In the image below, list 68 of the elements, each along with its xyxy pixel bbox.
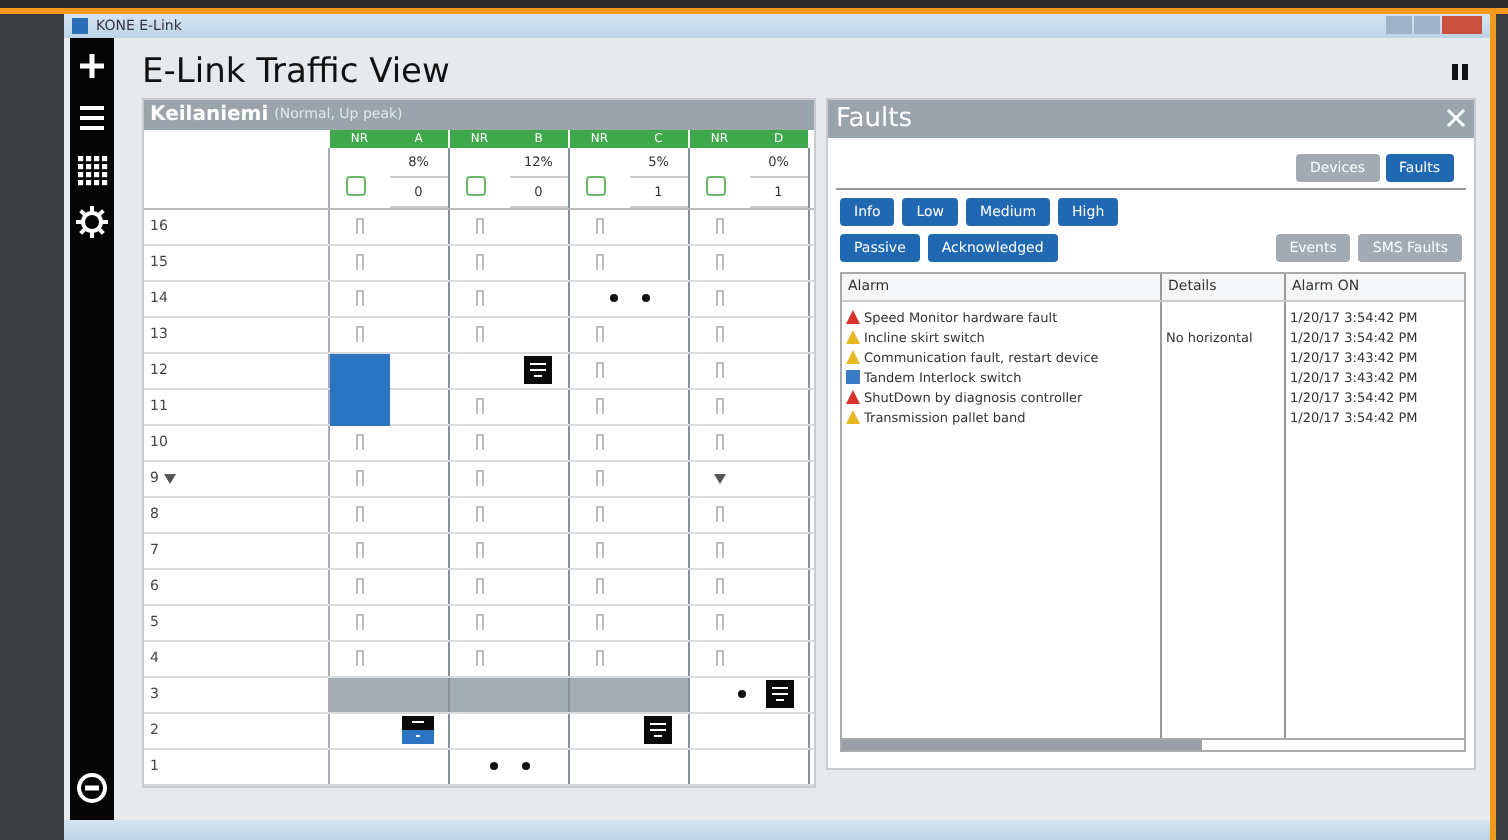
app-icon [72, 17, 88, 34]
door-icon [595, 362, 604, 379]
door-icon [595, 254, 604, 271]
door-icon [475, 506, 484, 523]
page-title: E-Link Traffic View [142, 51, 450, 92]
door-icon [595, 542, 604, 559]
door-icon [715, 290, 724, 307]
door-icon [475, 578, 484, 595]
door-icon [475, 542, 484, 559]
door-icon [355, 434, 364, 451]
site-name: Keilaniemi [150, 103, 269, 126]
door-icon [715, 254, 724, 271]
door-icon [595, 398, 604, 415]
door-icon [715, 362, 724, 379]
menu-icon[interactable] [76, 101, 108, 134]
status-square-icon [466, 175, 486, 196]
grid-icon[interactable] [76, 153, 108, 186]
door-icon [715, 434, 724, 451]
elevator-car-icon [766, 680, 794, 709]
door-icon [355, 614, 364, 631]
door-icon [715, 650, 724, 667]
door-icon [475, 650, 484, 667]
horizontal-scrollbar[interactable] [842, 737, 1464, 750]
door-icon [475, 434, 484, 451]
door-icon [595, 506, 604, 523]
door-icon [475, 290, 484, 307]
door-icon [715, 506, 724, 523]
elevator-car-icon [524, 356, 553, 385]
settings-icon[interactable] [76, 205, 108, 238]
door-icon [715, 614, 724, 631]
door-icon [475, 398, 484, 415]
door-icon [595, 578, 604, 595]
elevator-car-icon [402, 716, 435, 745]
door-icon [355, 578, 364, 595]
door-icon [715, 398, 724, 415]
door-icon [475, 326, 484, 343]
door-icon [355, 542, 364, 559]
door-icon [355, 254, 364, 271]
door-icon [355, 326, 364, 343]
info-square-icon [846, 370, 860, 385]
door-icon [355, 506, 364, 523]
add-icon[interactable] [76, 49, 108, 82]
pause-icon[interactable] [1450, 61, 1470, 82]
door-icon [715, 218, 724, 235]
door-icon [715, 542, 724, 559]
elevator-car-icon [644, 716, 673, 745]
status-square-icon [346, 175, 366, 196]
status-square-icon [706, 175, 726, 196]
door-icon [475, 218, 484, 235]
door-icon [595, 434, 604, 451]
door-icon [355, 470, 364, 487]
panel-title: Faults [836, 103, 912, 134]
door-icon [595, 470, 604, 487]
door-icon [715, 578, 724, 595]
door-icon [595, 218, 604, 235]
door-icon [355, 218, 364, 235]
close-button[interactable] [1442, 16, 1482, 35]
door-icon [595, 614, 604, 631]
door-icon [475, 614, 484, 631]
door-icon [595, 650, 604, 667]
status-square-icon [586, 175, 606, 196]
door-icon [475, 254, 484, 271]
door-icon [715, 326, 724, 343]
door-icon [355, 650, 364, 667]
door-icon [475, 470, 484, 487]
minus-circle-icon[interactable] [76, 771, 108, 804]
door-icon [595, 326, 604, 343]
door-icon [355, 290, 364, 307]
